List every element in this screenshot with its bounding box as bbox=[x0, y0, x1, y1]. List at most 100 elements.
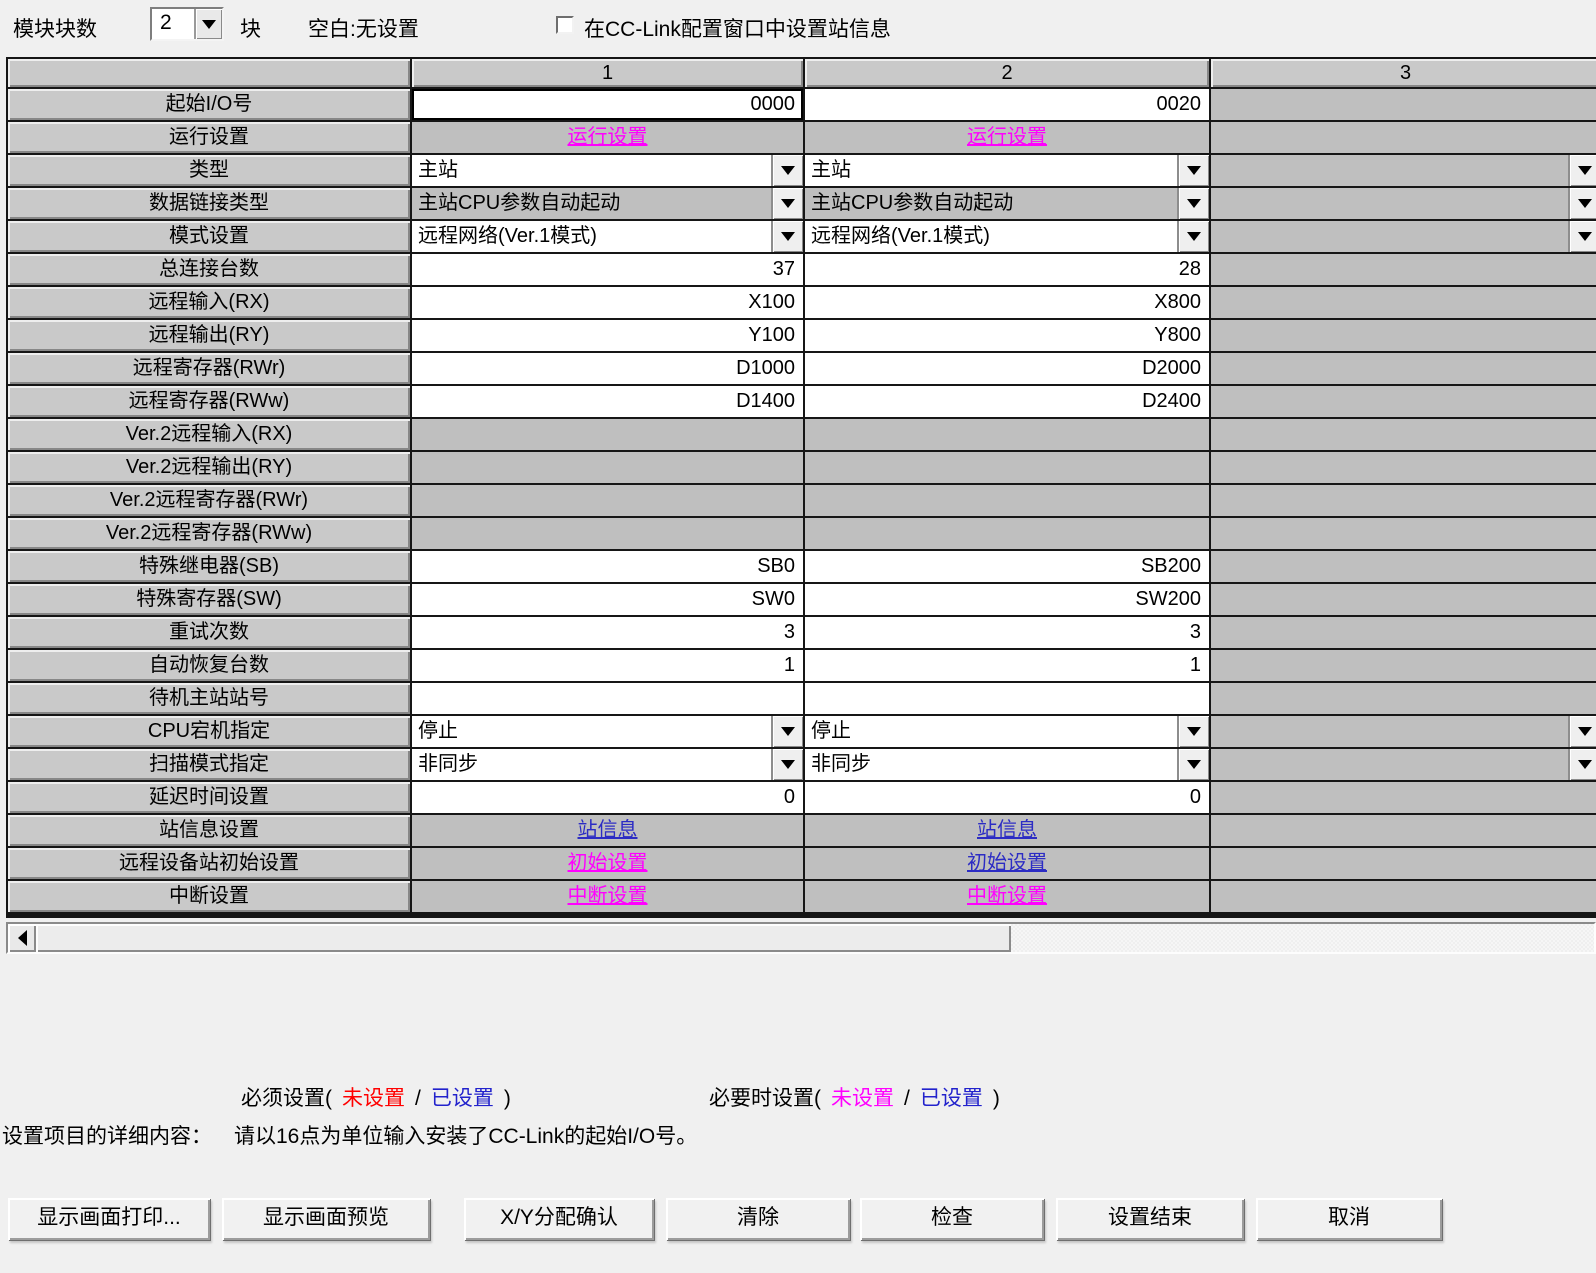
grid-input-cell[interactable]: Y800 bbox=[805, 320, 1209, 351]
grid-input-cell[interactable]: 1 bbox=[805, 650, 1209, 681]
grid-input-cell[interactable]: 3 bbox=[805, 617, 1209, 648]
grid-input-cell[interactable]: X800 bbox=[805, 287, 1209, 318]
combo-dropdown-button[interactable] bbox=[1177, 749, 1209, 780]
grid-input-cell[interactable]: 0 bbox=[805, 782, 1209, 813]
combo-dropdown-button[interactable] bbox=[1568, 188, 1596, 219]
station-info-checkbox[interactable] bbox=[556, 16, 574, 34]
grid-input-cell[interactable]: D1000 bbox=[412, 353, 803, 384]
scrollbar-track[interactable] bbox=[1011, 924, 1594, 952]
grid-input-cell[interactable] bbox=[412, 683, 803, 714]
grid-link[interactable]: 站信息 bbox=[977, 819, 1037, 841]
legend-optional-prefix: 必要时设置( bbox=[709, 1087, 821, 1110]
grid-input-cell[interactable]: SB0 bbox=[412, 551, 803, 582]
grid-input-cell[interactable] bbox=[805, 683, 1209, 714]
grid-empty-cell bbox=[805, 452, 1209, 483]
clear-button[interactable]: 清除 bbox=[666, 1198, 850, 1240]
grid-combo[interactable]: 非同步 bbox=[805, 749, 1209, 780]
combo-value: 主站 bbox=[805, 155, 1177, 186]
combo-dropdown-button[interactable] bbox=[771, 155, 803, 186]
grid-input-cell[interactable]: D1400 bbox=[412, 386, 803, 417]
preview-screen-button[interactable]: 显示画面预览 bbox=[222, 1198, 430, 1240]
grid-empty-cell bbox=[1211, 848, 1596, 879]
grid-link[interactable]: 运行设置 bbox=[967, 126, 1047, 148]
grid-input-cell[interactable]: SW200 bbox=[805, 584, 1209, 615]
grid-combo[interactable] bbox=[1211, 716, 1596, 747]
grid-combo[interactable] bbox=[1211, 188, 1596, 219]
grid-input-cell[interactable]: 28 bbox=[805, 254, 1209, 285]
grid-combo[interactable]: 主站 bbox=[805, 155, 1209, 186]
combo-dropdown-button[interactable] bbox=[1568, 155, 1596, 186]
grid-combo[interactable] bbox=[1211, 749, 1596, 780]
combo-dropdown-button[interactable] bbox=[1568, 749, 1596, 780]
grid-combo[interactable]: 停止 bbox=[805, 716, 1209, 747]
grid-link[interactable]: 中断设置 bbox=[568, 885, 648, 907]
row-label: 特殊继电器(SB) bbox=[8, 551, 410, 582]
horizontal-scrollbar[interactable] bbox=[6, 922, 1596, 954]
grid-input-cell[interactable]: 0020 bbox=[805, 89, 1209, 120]
combo-dropdown-button[interactable] bbox=[771, 188, 803, 219]
grid-input-cell[interactable]: SB200 bbox=[805, 551, 1209, 582]
combo-dropdown-button[interactable] bbox=[1177, 155, 1209, 186]
chevron-down-icon bbox=[1187, 199, 1201, 208]
row-label: 远程输入(RX) bbox=[8, 287, 410, 318]
grid-input-cell[interactable]: Y100 bbox=[412, 320, 803, 351]
grid-combo[interactable]: 主站 bbox=[412, 155, 803, 186]
grid-input-cell[interactable]: D2000 bbox=[805, 353, 1209, 384]
grid-input-cell[interactable]: 0 bbox=[412, 782, 803, 813]
grid-combo[interactable]: 远程网络(Ver.1模式) bbox=[805, 221, 1209, 252]
chevron-down-icon bbox=[781, 760, 795, 769]
check-button[interactable]: 检查 bbox=[860, 1198, 1044, 1240]
scroll-left-button[interactable] bbox=[8, 924, 36, 952]
combo-dropdown-button[interactable] bbox=[771, 221, 803, 252]
grid-empty-cell bbox=[1211, 518, 1596, 549]
combo-dropdown-button[interactable] bbox=[1177, 188, 1209, 219]
combo-value: 主站CPU参数自动起动 bbox=[412, 188, 771, 219]
grid-empty-cell bbox=[1211, 485, 1596, 516]
chevron-down-icon bbox=[1578, 232, 1592, 241]
combo-dropdown-button[interactable] bbox=[1568, 716, 1596, 747]
grid-combo[interactable]: 主站CPU参数自动起动 bbox=[412, 188, 803, 219]
combo-dropdown-button[interactable] bbox=[1177, 716, 1209, 747]
row-label: 运行设置 bbox=[8, 122, 410, 153]
grid-empty-cell bbox=[1211, 881, 1596, 912]
xy-assignment-button[interactable]: X/Y分配确认 bbox=[464, 1198, 654, 1240]
combo-dropdown-button[interactable] bbox=[771, 716, 803, 747]
grid-input-cell[interactable]: X100 bbox=[412, 287, 803, 318]
row-label: Ver.2远程输入(RX) bbox=[8, 419, 410, 450]
grid-input-cell[interactable]: 1 bbox=[412, 650, 803, 681]
grid-link[interactable]: 运行设置 bbox=[568, 126, 648, 148]
grid-combo[interactable]: 停止 bbox=[412, 716, 803, 747]
grid-input-cell[interactable]: D2400 bbox=[805, 386, 1209, 417]
grid-combo[interactable] bbox=[1211, 155, 1596, 186]
grid-input-cell[interactable]: 37 bbox=[412, 254, 803, 285]
combo-value: 主站CPU参数自动起动 bbox=[805, 188, 1177, 219]
grid-link[interactable]: 站信息 bbox=[578, 819, 638, 841]
grid-empty-cell bbox=[1211, 782, 1596, 813]
combo-value: 主站 bbox=[412, 155, 771, 186]
module-count-select[interactable]: 2 bbox=[150, 7, 224, 41]
combo-dropdown-button[interactable] bbox=[1568, 221, 1596, 252]
scrollbar-thumb[interactable] bbox=[36, 924, 1011, 952]
grid-combo[interactable] bbox=[1211, 221, 1596, 252]
grid-combo[interactable]: 主站CPU参数自动起动 bbox=[805, 188, 1209, 219]
finish-button[interactable]: 设置结束 bbox=[1056, 1198, 1244, 1240]
grid-combo[interactable]: 非同步 bbox=[412, 749, 803, 780]
grid-input-cell[interactable]: 3 bbox=[412, 617, 803, 648]
grid-link[interactable]: 中断设置 bbox=[967, 885, 1047, 907]
grid-input-cell[interactable]: 0000 bbox=[412, 89, 803, 120]
legend-required-prefix: 必须设置( bbox=[241, 1087, 332, 1110]
cancel-button[interactable]: 取消 bbox=[1256, 1198, 1442, 1240]
grid-input-cell[interactable]: SW0 bbox=[412, 584, 803, 615]
module-count-dropdown-button[interactable] bbox=[194, 9, 222, 39]
legend-optional: 必要时设置(未设置/已设置) bbox=[704, 1082, 1005, 1112]
grid-link[interactable]: 初始设置 bbox=[568, 852, 648, 874]
row-label: 远程寄存器(RWr) bbox=[8, 353, 410, 384]
grid-empty-cell bbox=[1211, 386, 1596, 417]
grid-empty-cell bbox=[1211, 89, 1596, 120]
combo-dropdown-button[interactable] bbox=[1177, 221, 1209, 252]
grid-combo[interactable]: 远程网络(Ver.1模式) bbox=[412, 221, 803, 252]
combo-dropdown-button[interactable] bbox=[771, 749, 803, 780]
grid-link[interactable]: 初始设置 bbox=[967, 852, 1047, 874]
row-label: 延迟时间设置 bbox=[8, 782, 410, 813]
print-screen-button[interactable]: 显示画面打印... bbox=[8, 1198, 210, 1240]
